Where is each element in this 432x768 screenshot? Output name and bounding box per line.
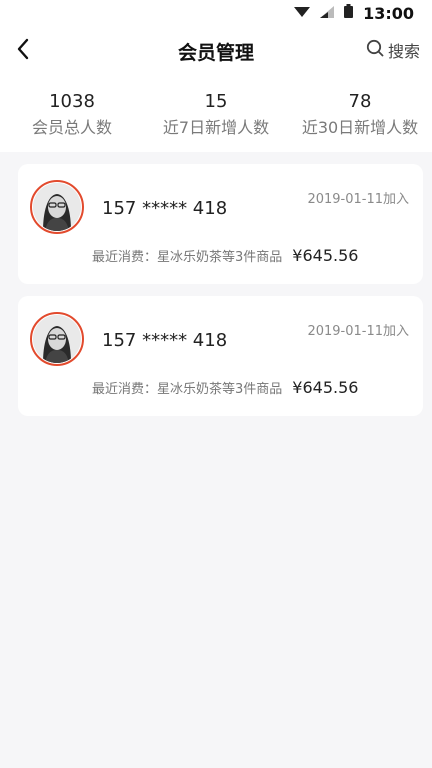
member-card[interactable]: 157 ***** 418 2019-01-11加入 最近消费：星冰乐奶茶等3件…	[18, 164, 423, 284]
status-time: 13:00	[363, 3, 414, 23]
recent-purchase-row: 最近消费：星冰乐奶茶等3件商品 ¥645.56	[92, 246, 409, 265]
purchase-amount: ¥645.56	[292, 246, 359, 265]
recent-purchase-label: 最近消费：星冰乐奶茶等3件商品	[92, 382, 283, 397]
member-card[interactable]: 157 ***** 418 2019-01-11加入 最近消费：星冰乐奶茶等3件…	[18, 296, 423, 416]
join-date: 2019-01-11加入	[307, 192, 409, 207]
purchase-amount: ¥645.56	[292, 378, 359, 397]
search-icon	[366, 39, 384, 61]
page-title: 会员管理	[177, 41, 254, 64]
avatar	[30, 312, 84, 366]
member-list: 157 ***** 418 2019-01-11加入 最近消费：星冰乐奶茶等3件…	[18, 164, 423, 428]
top-bar: 会员管理 搜索	[0, 26, 432, 76]
status-icons	[294, 4, 354, 22]
join-date: 2019-01-11加入	[307, 324, 409, 339]
stat-new-7-days: 15 近7日新增人数	[144, 76, 288, 152]
search-button[interactable]: 搜索	[366, 38, 420, 62]
stats-panel: 1038 会员总人数 15 近7日新增人数 78 近30日新增人数	[0, 76, 432, 152]
stat-label: 会员总人数	[31, 117, 112, 137]
stat-label: 近30日新增人数	[301, 117, 419, 137]
avatar-photo	[33, 183, 81, 231]
search-label: 搜索	[387, 42, 420, 61]
recent-purchase-label: 最近消费：星冰乐奶茶等3件商品	[92, 250, 283, 265]
stat-value: 15	[204, 90, 228, 112]
avatar-photo	[33, 315, 81, 363]
wifi-icon	[294, 4, 311, 22]
stat-value: 78	[348, 90, 372, 112]
member-phone: 157 ***** 418	[102, 198, 228, 219]
back-button[interactable]	[6, 34, 40, 68]
member-phone: 157 ***** 418	[102, 330, 228, 351]
recent-purchase-row: 最近消费：星冰乐奶茶等3件商品 ¥645.56	[92, 378, 409, 397]
stat-label: 近7日新增人数	[162, 117, 270, 137]
stat-new-30-days: 78 近30日新增人数	[288, 76, 432, 152]
status-bar: 13:00	[0, 0, 432, 26]
stat-total-members: 1038 会员总人数	[0, 76, 144, 152]
stat-value: 1038	[49, 90, 95, 112]
signal-icon	[320, 4, 335, 22]
avatar	[30, 180, 84, 234]
battery-icon	[344, 4, 354, 22]
chevron-left-icon	[16, 38, 30, 64]
